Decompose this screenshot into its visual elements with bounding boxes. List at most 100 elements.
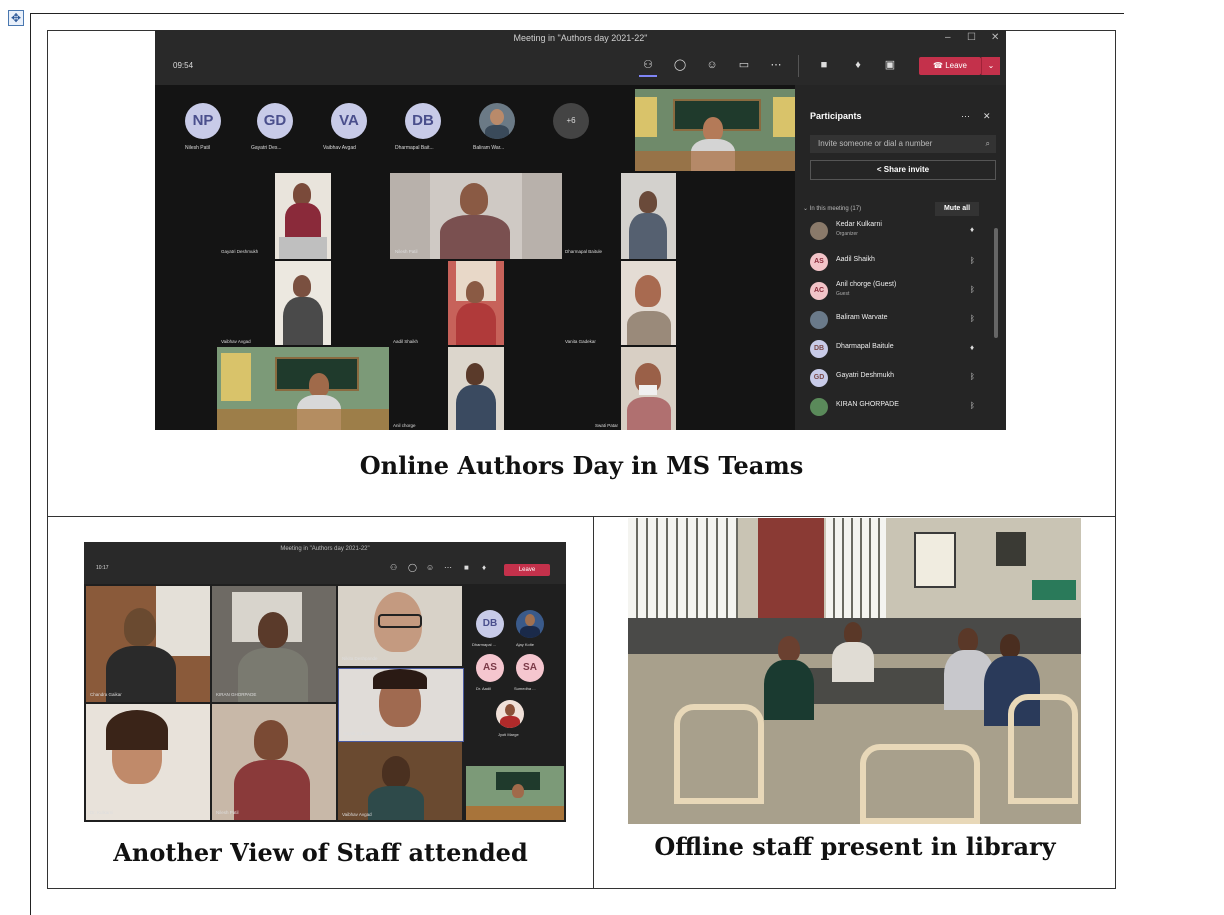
avatar-name: Vaibhav Avgad [323,145,356,151]
participant-name: Aadil Shaikh [836,256,875,263]
avatar-as: AS [476,654,504,682]
close-icon: ✕ [991,32,1000,43]
avatar-name: Jyoti Marge [498,732,519,737]
video-tile-gayatri [275,173,331,259]
leave-label: Leave [945,61,967,70]
teams2-clock: 10:17 [96,565,109,571]
video-name-vaibhav: Vaibhav Avgad [221,339,251,344]
participants-scrollbar [994,228,998,338]
avatar-photo [479,103,515,139]
avatar-sa: SA [516,654,544,682]
video-name: Vaibhav Avgad [342,812,372,817]
caption-offline-staff: Offline staff present in library [654,832,1056,861]
teams-second-view-screenshot: Meeting in "Authors day 2021-22" 10:17 ⚇… [84,542,566,822]
video-name: Chandra Gaikar [90,692,122,697]
mic-off-icon: ᛒ [970,256,975,265]
participant-row: Kedar Kulkarni Organizer ♦ [810,219,990,245]
video-tile-4: Sayali Kulkarni [338,668,464,742]
teams-title-bar: Meeting in "Authors day 2021-22" – ☐ ✕ [155,30,1006,47]
mic-icon: ♦ [855,59,861,71]
video-tile-5: Dr. Kulkarni [86,704,210,820]
caption-another-view: Another View of Staff attended [113,838,528,867]
share-screen-icon: ▣ [884,59,896,71]
video-name-nilesh: Nilesh Patil [395,249,418,254]
page-border-left [30,13,31,915]
participant-name: Baliram Warvate [836,314,888,321]
avatar-name: Baliram War... [473,145,505,151]
page-border-top [30,13,1124,14]
video-name: Dr. Kulkarni [90,810,114,815]
avatar-name: Ajay Kolte [516,642,535,647]
avatar-name: Dr. Aadil [476,686,491,691]
close-icon: ✕ [983,111,991,121]
video-tile-6: Nilesh Patil [212,704,336,820]
people-icon: ⚇ [643,59,653,71]
participant-name: Kedar Kulkarni [836,221,882,228]
chat-icon: ◯ [673,59,687,71]
in-meeting-label: In this meeting (17) [809,206,862,212]
avatar-name: Sumedha ... [514,686,536,691]
mic-off-icon: ᛒ [970,401,975,410]
library-photo [628,518,1081,824]
search-icon: ⌕ [985,139,990,148]
participant-avatar [810,311,828,329]
participant-row: DB Dharmapal Baitule ♦ [810,337,990,363]
avatar-np: NP [185,103,221,139]
more-participants: +6 [553,103,589,139]
video-tile-classroom [635,89,795,171]
participant-name: Gayatri Deshmukh [836,372,894,379]
participant-avatar [810,398,828,416]
participant-row: AS Aadil Shaikh ᛒ [810,250,990,276]
video-tile-anil [448,347,504,430]
mute-all-button: Mute all [935,202,979,216]
participant-row: Baliram Warvate ᛒ [810,308,990,334]
teams-meeting-screenshot: Meeting in "Authors day 2021-22" – ☐ ✕ 0… [155,30,1006,430]
camera-icon: ■ [820,59,828,71]
participant-avatar [810,222,828,240]
participants-title: Participants [810,111,862,121]
video-tile-classroom [466,766,564,820]
video-name: Sayali Kulkarni [343,731,373,736]
teams-toolbar: 09:54 ⚇ ◯ ☺ ▭ ⋯ ■ ♦ ▣ ☎ Leave ⌄ [155,47,1006,85]
teams2-toolbar: 10:17 ⚇ ◯ ☺ ⋯ ■ ♦ Leave [84,556,566,584]
participant-avatar: GD [810,369,828,387]
share-invite-button: < Share invite [810,160,996,180]
toolbar-divider [798,55,799,77]
avatar-photo [496,700,524,728]
avatar-db: DB [476,610,504,638]
avatar-db: DB [405,103,441,139]
leave-button: Leave [504,564,550,576]
reactions-icon: ☺ [426,563,435,572]
video-name-gayatri: Gayatri Deshmukh [221,249,259,254]
mic-off-icon: ᛒ [970,372,975,381]
mic-icon: ♦ [970,225,975,234]
avatar-name: Dharmapal Bait... [395,145,434,151]
participant-name: Dharmapal Baitule [836,343,894,350]
mic-off-icon: ᛒ [970,314,975,323]
more-icon: ⋯ [444,563,452,572]
leave-button: ☎ Leave [919,57,981,75]
table-move-handle-icon[interactable]: ✥ [8,10,24,26]
participants-panel: Participants ⋯ ✕ Invite someone or dial … [795,85,1006,430]
participant-row: KIRAN GHORPADE ᛒ [810,395,990,421]
chevron-down-icon: ⌄ [981,57,1000,75]
teams2-window-title: Meeting in "Authors day 2021-22" [84,542,566,556]
participant-name: Anil chorge (Guest) [836,281,897,288]
video-tile-2: KIRAN GHORPADE [212,586,336,702]
video-name-anil: Anil chorge [393,423,416,428]
in-meeting-header: ⌄ In this meeting (17) [803,206,862,212]
share-invite-label: Share invite [883,165,930,174]
video-name-swati: Swati Patar [595,423,619,428]
participant-avatar: DB [810,340,828,358]
participant-avatar: AC [810,282,828,300]
participant-name: KIRAN GHORPADE [836,401,899,408]
video-name: Nilesh Patil [216,810,239,815]
table-row-divider [47,516,1116,517]
video-stage: NP Nilesh Patil GD Gayatri Des... VA Vai… [155,85,795,430]
reactions-icon: ☺ [706,59,718,71]
video-name: Nikita Deshpande [342,656,378,661]
camera-icon: ■ [464,563,469,572]
video-tile-aadil [448,261,504,345]
maximize-icon: ☐ [967,32,976,43]
video-tile-nilesh [390,173,562,259]
